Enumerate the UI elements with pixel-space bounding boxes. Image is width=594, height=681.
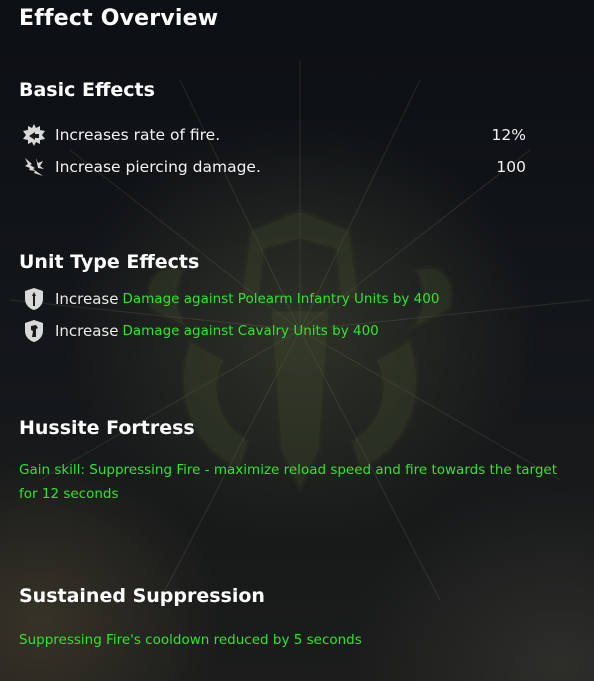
polearm-infantry-icon xyxy=(22,287,46,311)
effect-value: 12% xyxy=(491,126,526,144)
effect-text: Damage against Cavalry Units by 400 xyxy=(122,323,379,339)
basic-effects-heading: Basic Effects xyxy=(19,79,155,101)
unit-effect-row: Increase Damage against Polearm Infantry… xyxy=(22,285,526,313)
cavalry-icon xyxy=(22,319,46,343)
effect-prefix: Increase xyxy=(55,322,119,340)
piercing-damage-icon xyxy=(22,155,46,179)
effect-overview-panel: Effect Overview Basic Effects Increases … xyxy=(0,0,594,681)
effect-text: Damage against Polearm Infantry Units by… xyxy=(122,291,440,307)
basic-effect-row: Increases rate of fire. 12% xyxy=(22,121,526,149)
unit-type-effects-heading: Unit Type Effects xyxy=(19,251,200,273)
hussite-fortress-description: Gain skill: Suppressing Fire - maximize … xyxy=(19,462,558,502)
effect-prefix: Increase xyxy=(55,290,119,308)
basic-effect-row: Increase piercing damage. 100 xyxy=(22,153,526,181)
effect-label: Increase piercing damage. xyxy=(55,158,261,176)
unit-effect-row: Increase Damage against Cavalry Units by… xyxy=(22,317,526,345)
sustained-suppression-description: Suppressing Fire's cooldown reduced by 5… xyxy=(19,632,362,648)
rate-of-fire-icon xyxy=(22,123,46,147)
effect-label: Increases rate of fire. xyxy=(55,126,221,144)
sustained-suppression-heading: Sustained Suppression xyxy=(19,585,265,607)
effect-value: 100 xyxy=(496,158,526,176)
hussite-fortress-heading: Hussite Fortress xyxy=(19,417,195,439)
page-title: Effect Overview xyxy=(19,6,219,31)
